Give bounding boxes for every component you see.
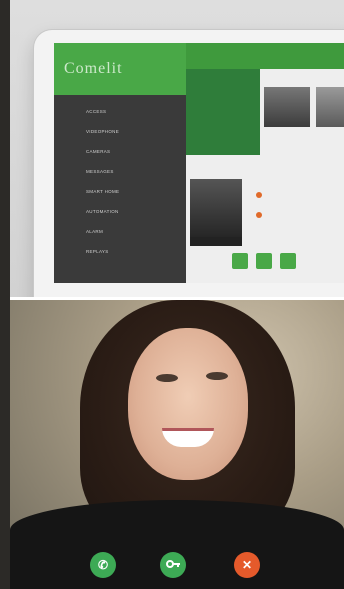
sidebar-item-videophone[interactable]: VIDEOPHONE bbox=[54, 121, 186, 141]
left-edge-strip bbox=[0, 0, 10, 589]
sidebar-item-automation[interactable]: AUTOMATION bbox=[54, 201, 186, 221]
app-header-bar bbox=[186, 43, 344, 69]
camera-thumbnail[interactable] bbox=[316, 87, 344, 127]
sidebar-item-messages[interactable]: MESSAGES bbox=[54, 161, 186, 181]
control-button[interactable] bbox=[256, 253, 272, 269]
camera-feed-tile[interactable] bbox=[190, 179, 242, 237]
reject-call-button[interactable]: ✕ bbox=[234, 552, 260, 578]
camera-feed-caption bbox=[190, 237, 242, 246]
video-call-view: ✆ ✕ bbox=[10, 300, 344, 589]
sidebar-item-alarm[interactable]: ALARM bbox=[54, 221, 186, 241]
sidebar-item-replays[interactable]: REPLAYS bbox=[54, 241, 186, 261]
control-button[interactable] bbox=[232, 253, 248, 269]
caller-face bbox=[128, 328, 248, 480]
control-button[interactable] bbox=[280, 253, 296, 269]
close-icon: ✕ bbox=[241, 558, 253, 572]
key-icon bbox=[166, 558, 180, 572]
notification-icon bbox=[256, 212, 262, 218]
sidebar-item-access[interactable]: ACCESS bbox=[54, 101, 186, 121]
sidebar-item-smart-home[interactable]: SMART HOME bbox=[54, 181, 186, 201]
caller-eye bbox=[156, 374, 178, 382]
caller-eye bbox=[206, 372, 228, 380]
device-photo: Comelit ACCESS VIDEOPHONE CAMERAS MESSAG… bbox=[10, 0, 344, 297]
camera-thumbnail[interactable] bbox=[264, 87, 310, 127]
app-sidebar: Comelit ACCESS VIDEOPHONE CAMERAS MESSAG… bbox=[54, 43, 186, 283]
phone-icon: ✆ bbox=[97, 558, 109, 572]
video-preview-tile[interactable] bbox=[186, 69, 260, 155]
brand-logo: Comelit bbox=[54, 43, 186, 95]
accept-call-button[interactable]: ✆ bbox=[90, 552, 116, 578]
open-door-button[interactable] bbox=[160, 552, 186, 578]
sidebar-menu: ACCESS VIDEOPHONE CAMERAS MESSAGES SMART… bbox=[54, 95, 186, 261]
tablet-screen: Comelit ACCESS VIDEOPHONE CAMERAS MESSAG… bbox=[54, 43, 344, 283]
sidebar-item-cameras[interactable]: CAMERAS bbox=[54, 141, 186, 161]
notification-icon bbox=[256, 192, 262, 198]
